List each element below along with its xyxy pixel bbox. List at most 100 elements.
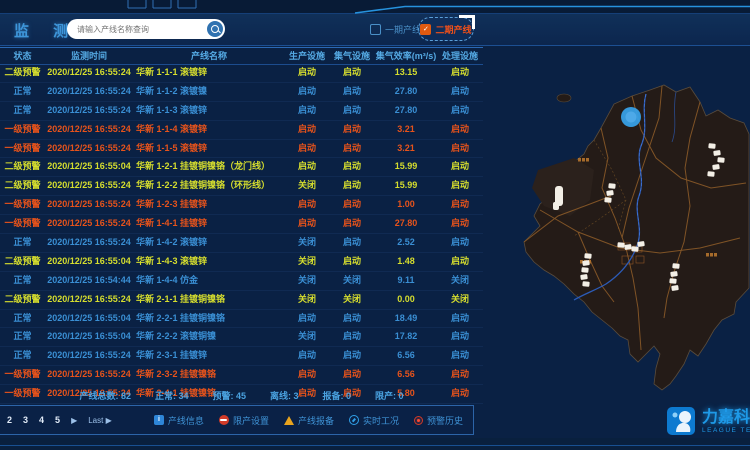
- efficiency-value: 6.56: [375, 366, 437, 384]
- efficiency-value: 9.11: [375, 272, 437, 290]
- treatment-state: 启动: [437, 366, 483, 384]
- col-efficiency: 集气效率(m³/s): [375, 48, 437, 64]
- col-time: 监测时间: [45, 48, 133, 64]
- bottom-toolbar: 2 3 4 5 ▶ Last ▶ 产线信息 限产设置 产线报备 实时工况 预警历史: [0, 405, 474, 435]
- monitor-time: 2020/12/25 16:55:24: [45, 121, 133, 139]
- summary-item: 产线总数: 82: [79, 389, 131, 402]
- next-page-button[interactable]: ▶: [71, 416, 77, 425]
- map-marker[interactable]: [582, 281, 589, 287]
- table-row[interactable]: 正常 2020/12/25 16:55:04 华新 2-2-1 挂镀铜镍铬 启动…: [0, 310, 483, 329]
- monitor-time: 2020/12/25 16:55:24: [45, 140, 133, 158]
- map-marker[interactable]: [631, 246, 638, 252]
- efficiency-value: 1.48: [375, 253, 437, 271]
- search-button[interactable]: [207, 21, 223, 37]
- page-button[interactable]: 4: [39, 415, 44, 425]
- search-box[interactable]: [67, 19, 225, 39]
- table-header: 状态 监测时间 产线名称 生产设施 集气设施 集气效率(m³/s) 处理设施: [0, 47, 483, 65]
- page-button[interactable]: 2: [7, 415, 12, 425]
- table-row[interactable]: 二级预警 2020/12/25 16:55:24 华新 1-1-1 滚镀锌 启动…: [0, 64, 483, 83]
- alarm-history-button[interactable]: 预警历史: [414, 414, 463, 427]
- city-map[interactable]: [478, 50, 750, 402]
- map-marker[interactable]: [712, 164, 720, 170]
- page-button[interactable]: 3: [23, 415, 28, 425]
- map-marker[interactable]: [580, 274, 588, 280]
- search-icon: [211, 25, 219, 33]
- map-marker[interactable]: [671, 285, 679, 291]
- map-marker[interactable]: [581, 267, 588, 273]
- map-marker[interactable]: [708, 143, 715, 149]
- logo-subtitle: LEAGUE TECH: [702, 427, 750, 434]
- table-row[interactable]: 正常 2020/12/25 16:55:04 华新 2-2-2 滚镀铜镍 关闭 …: [0, 328, 483, 347]
- search-input[interactable]: [67, 25, 207, 34]
- realtime-status-button[interactable]: 实时工况: [349, 414, 399, 427]
- filter-phase1-checkbox[interactable]: 一期产线: [370, 23, 421, 36]
- gas-collection-state: 启动: [329, 196, 375, 214]
- treatment-state: 启动: [437, 234, 483, 252]
- page-button[interactable]: 5: [55, 415, 60, 425]
- limit-settings-button[interactable]: 限产设置: [219, 414, 269, 427]
- treatment-state: 关闭: [437, 272, 483, 290]
- table-row[interactable]: 一级预警 2020/12/25 16:55:24 华新 1-4-1 挂镀锌 启动…: [0, 215, 483, 234]
- status-badge: 正常: [0, 102, 45, 120]
- status-badge: 二级预警: [0, 253, 45, 271]
- map-marker[interactable]: [717, 157, 724, 163]
- map-marker[interactable]: [669, 278, 676, 284]
- treatment-state: 启动: [437, 310, 483, 328]
- map-marker[interactable]: [637, 241, 645, 247]
- table-row[interactable]: 一级预警 2020/12/25 16:55:24 华新 1-1-4 滚镀锌 启动…: [0, 121, 483, 140]
- action-buttons: 产线信息 限产设置 产线报备 实时工况 预警历史: [154, 414, 463, 427]
- checkbox-unchecked-icon: [370, 24, 381, 35]
- status-badge: 二级预警: [0, 64, 45, 82]
- status-badge: 正常: [0, 328, 45, 346]
- monitor-time: 2020/12/25 16:55:04: [45, 253, 133, 271]
- table-row[interactable]: 二级预警 2020/12/25 16:55:24 华新 1-2-2 挂镀铜镍铬（…: [0, 177, 483, 196]
- table-row[interactable]: 二级预警 2020/12/25 16:55:24 华新 2-1-1 挂镀铜镍铬 …: [0, 291, 483, 310]
- table-row[interactable]: 一级预警 2020/12/25 16:55:24 华新 1-1-5 滚镀锌 启动…: [0, 140, 483, 159]
- line-name: 华新 1-1-5 滚镀锌: [133, 140, 285, 158]
- treatment-state: 启动: [437, 140, 483, 158]
- map-marker[interactable]: [672, 263, 679, 269]
- warning-icon: [284, 416, 294, 425]
- gas-collection-state: 启动: [329, 102, 375, 120]
- table-row[interactable]: 正常 2020/12/25 16:55:24 华新 1-4-2 滚镀锌 关闭 启…: [0, 234, 483, 253]
- line-info-button[interactable]: 产线信息: [154, 414, 204, 427]
- map-marker[interactable]: [606, 190, 614, 196]
- map-marker[interactable]: [624, 244, 632, 250]
- monitor-time: 2020/12/25 16:55:24: [45, 102, 133, 120]
- monitor-time: 2020/12/25 16:55:04: [45, 310, 133, 328]
- table-row[interactable]: 正常 2020/12/25 16:55:24 华新 1-1-3 滚镀锌 启动 启…: [0, 102, 483, 121]
- table-row[interactable]: 二级预警 2020/12/25 16:55:04 华新 1-2-1 挂镀铜镍铬（…: [0, 158, 483, 177]
- table-row[interactable]: 正常 2020/12/25 16:55:24 华新 1-1-2 滚镀镍 启动 启…: [0, 83, 483, 102]
- map-marker[interactable]: [582, 260, 590, 266]
- line-name: 华新 1-4-3 滚镀锌: [133, 253, 285, 271]
- page-numbers: 2 3 4 5: [7, 415, 60, 425]
- production-state: 关闭: [285, 291, 329, 309]
- line-name: 华新 2-2-1 挂镀铜镍铬: [133, 310, 285, 328]
- line-name: 华新 1-2-1 挂镀铜镍铬（龙门线）: [133, 158, 285, 176]
- monitor-time: 2020/12/25 16:55:24: [45, 177, 133, 195]
- table-row[interactable]: 一级预警 2020/12/25 16:55:24 华新 1-2-3 挂镀锌 启动…: [0, 196, 483, 215]
- table-row[interactable]: 正常 2020/12/25 16:54:44 华新 1-4-4 仿金 关闭 关闭…: [0, 272, 483, 291]
- map-marker[interactable]: [617, 242, 624, 248]
- table-row[interactable]: 一级预警 2020/12/25 16:55:24 华新 2-3-2 挂镀镍铬 启…: [0, 366, 483, 385]
- map-panel[interactable]: [478, 50, 750, 402]
- company-logo: 力嘉科技 LEAGUE TECH: [666, 406, 750, 436]
- line-name: 华新 1-1-4 滚镀锌: [133, 121, 285, 139]
- map-marker[interactable]: [713, 150, 721, 156]
- map-marker[interactable]: [608, 183, 615, 189]
- map-marker[interactable]: [707, 171, 714, 177]
- line-name: 华新 2-2-2 滚镀铜镍: [133, 328, 285, 346]
- gas-collection-state: 启动: [329, 140, 375, 158]
- map-marker[interactable]: [670, 271, 678, 277]
- filter-phase1-label: 一期产线: [385, 23, 421, 36]
- map-marker[interactable]: [604, 197, 611, 203]
- efficiency-value: 27.80: [375, 102, 437, 120]
- line-report-button[interactable]: 产线报备: [284, 414, 334, 427]
- treatment-state: 启动: [437, 158, 483, 176]
- table-row[interactable]: 二级预警 2020/12/25 16:55:04 华新 1-4-3 滚镀锌 关闭…: [0, 253, 483, 272]
- table-row[interactable]: 正常 2020/12/25 16:55:24 华新 2-3-1 挂镀锌 启动 启…: [0, 347, 483, 366]
- map-marker[interactable]: [584, 253, 591, 259]
- table-body: 二级预警 2020/12/25 16:55:24 华新 1-1-1 滚镀锌 启动…: [0, 64, 483, 404]
- last-page-button[interactable]: Last ▶: [88, 416, 112, 425]
- treatment-state: 启动: [437, 102, 483, 120]
